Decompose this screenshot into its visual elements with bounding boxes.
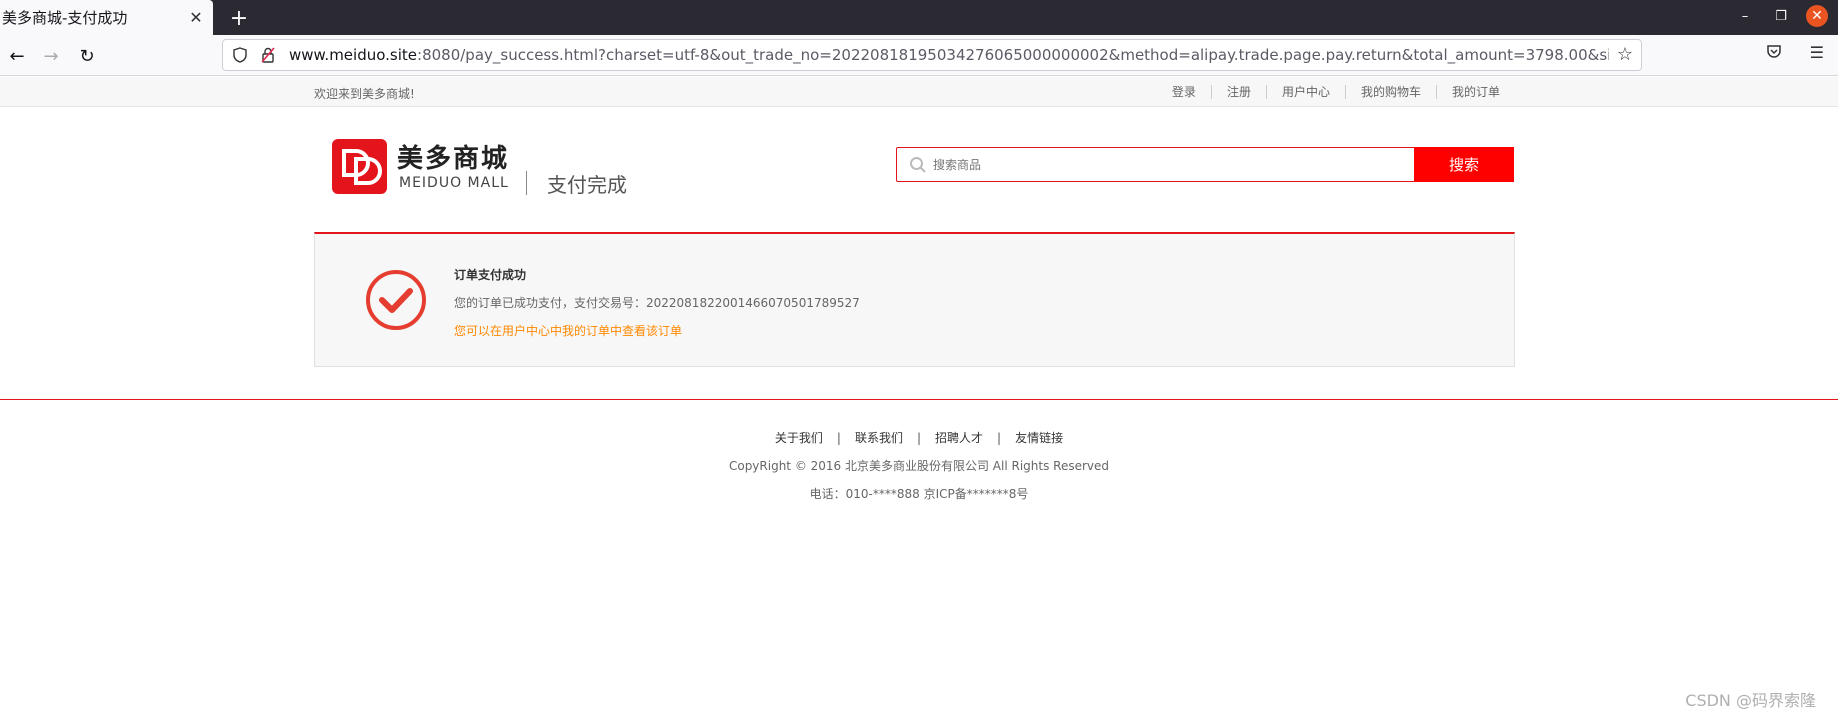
page-title: 支付完成 <box>547 173 627 197</box>
welcome-text: 欢迎来到美多商城! <box>314 87 415 101</box>
bookmark-star-icon[interactable]: ☆ <box>1617 44 1633 65</box>
footer-links: 关于我们 | 联系我们 | 招聘人才 | 友情链接 <box>774 431 1064 445</box>
login-link[interactable]: 登录 <box>1157 85 1211 99</box>
browser-tab[interactable]: 美多商城-支付成功 ✕ <box>0 0 213 35</box>
my-orders-link[interactable]: 我的订单 <box>1435 85 1515 99</box>
header-separator <box>526 171 527 195</box>
restore-icon[interactable]: ❐ <box>1770 5 1792 27</box>
contact-us-link[interactable]: 联系我们 <box>855 431 903 445</box>
toolbar-right: ☰ <box>1766 43 1824 63</box>
search-box: 搜索 <box>896 147 1514 182</box>
user-center-link[interactable]: 用户中心 <box>1265 85 1345 99</box>
register-link[interactable]: 注册 <box>1210 85 1266 99</box>
friend-links-link[interactable]: 友情链接 <box>1015 431 1063 445</box>
forward-icon[interactable]: → <box>38 43 64 69</box>
address-bar[interactable]: www.meiduo.site:8080/pay_success.html?ch… <box>222 39 1642 71</box>
new-tab-icon[interactable]: + <box>226 5 252 31</box>
window-controls: – ❐ ✕ <box>1734 5 1828 27</box>
footer-divider <box>0 399 1838 400</box>
top-links: 登录 注册 用户中心 我的购物车 我的订单 <box>1157 85 1515 99</box>
shield-icon[interactable] <box>229 44 251 66</box>
copyright-text: CopyRight © 2016 北京美多商业股份有限公司 All Rights… <box>728 459 1110 473</box>
success-check-icon <box>366 270 426 330</box>
close-tab-icon[interactable]: ✕ <box>185 7 207 29</box>
transaction-info: 您的订单已成功支付，支付交易号：202208182200146607050178… <box>454 296 860 310</box>
pocket-icon[interactable] <box>1766 43 1782 63</box>
logo-english-name: MEIDUO MALL <box>399 175 509 191</box>
url-path: :8080/pay_success.html?charset=utf-8&out… <box>417 46 1609 64</box>
browser-nav-bar: ← → ↻ www.meiduo.site:8080/pay_success.h… <box>0 35 1838 76</box>
success-title: 订单支付成功 <box>454 268 527 282</box>
site-header: 美多商城 MEIDUO MALL 支付完成 搜索 <box>314 107 1514 247</box>
url-text[interactable]: www.meiduo.site:8080/pay_success.html?ch… <box>289 46 1609 64</box>
search-icon <box>910 157 926 173</box>
browser-tab-bar: 美多商城-支付成功 ✕ + – ❐ ✕ <box>0 0 1838 35</box>
search-button[interactable]: 搜索 <box>1414 147 1514 182</box>
window-close-icon[interactable]: ✕ <box>1806 5 1828 27</box>
about-us-link[interactable]: 关于我们 <box>775 431 823 445</box>
payment-success-panel: 订单支付成功 您的订单已成功支付，支付交易号：20220818220014660… <box>314 232 1515 367</box>
reload-icon[interactable]: ↻ <box>74 43 100 69</box>
logo-icon[interactable] <box>332 139 387 194</box>
watermark: CSDN @码界索隆 <box>1685 691 1816 710</box>
cart-link[interactable]: 我的购物车 <box>1344 85 1436 99</box>
site-top-bar: 欢迎来到美多商城! 登录 注册 用户中心 我的购物车 我的订单 <box>0 77 1838 107</box>
back-icon[interactable]: ← <box>4 43 30 69</box>
search-input[interactable] <box>933 148 1383 181</box>
insecure-lock-icon[interactable] <box>257 44 279 66</box>
tab-title: 美多商城-支付成功 <box>2 9 128 27</box>
minimize-icon[interactable]: – <box>1734 5 1756 27</box>
careers-link[interactable]: 招聘人才 <box>935 431 983 445</box>
url-host: www.meiduo.site <box>289 46 418 64</box>
web-page: 欢迎来到美多商城! 登录 注册 用户中心 我的购物车 我的订单 美多商城 MEI… <box>0 77 1838 721</box>
menu-icon[interactable]: ☰ <box>1810 43 1824 63</box>
logo-chinese-name: 美多商城 <box>397 144 510 174</box>
view-order-link[interactable]: 您可以在用户中心中我的订单中查看该订单 <box>454 322 682 339</box>
contact-phone: 电话：010-****888 京ICP备*******8号 <box>809 487 1029 501</box>
